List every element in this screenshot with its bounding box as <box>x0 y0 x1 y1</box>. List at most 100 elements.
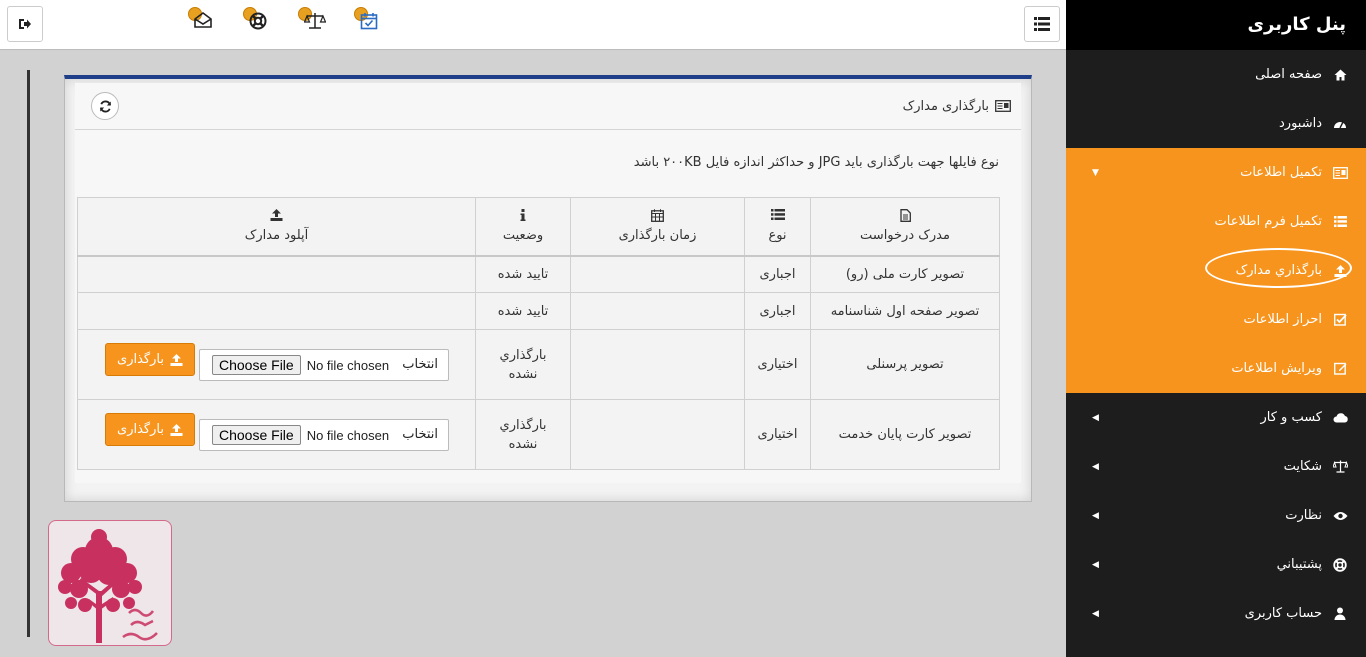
id-card-icon <box>1332 165 1348 181</box>
column-header-document: مدرک درخواست <box>810 197 1000 257</box>
table-row: تصویر کارت پایان خدمت اختیاری بارگذاري ن… <box>77 399 1000 470</box>
upload-button-label: بارگذاری <box>117 352 164 367</box>
table-row: تصویر پرسنلی اختیاری بارگذاري نشده Choos… <box>77 329 1000 400</box>
selection-highlight <box>1205 248 1352 288</box>
menu-toggle-button[interactable] <box>1024 6 1060 42</box>
dashboard-icon <box>1332 116 1348 132</box>
upload-icon <box>78 209 475 223</box>
caret-left-icon: ◀ <box>1092 559 1099 570</box>
list-icon <box>1332 214 1348 230</box>
sidebar-item-label: کسب و کار <box>1260 410 1322 425</box>
file-text-icon <box>811 209 999 223</box>
upload-button-label: بارگذاری <box>117 422 164 437</box>
document-name-cell: تصویر کارت پایان خدمت <box>810 399 1000 470</box>
file-input[interactable]: Choose File No file chosen انتخاب <box>199 349 449 381</box>
refresh-button[interactable] <box>91 92 119 120</box>
panel-title: بارگذاری مدارک <box>902 98 989 114</box>
file-input-label: انتخاب <box>402 357 438 372</box>
sidebar-item-business[interactable]: کسب و کار ◀ <box>1066 393 1366 442</box>
sidebar-item-home[interactable]: صفحه اصلی <box>1066 50 1366 99</box>
file-requirements-note: نوع فایلها جهت بارگذاری باید JPG و حداکث… <box>633 155 999 170</box>
caret-left-icon: ◀ <box>1092 412 1099 423</box>
caret-left-icon: ◀ <box>1092 608 1099 619</box>
column-header-type: نوع <box>744 197 811 257</box>
file-input-label: انتخاب <box>402 427 438 442</box>
table-row: تصویر کارت ملی (رو) اجباری تایید شده <box>77 255 1000 293</box>
messages-notification[interactable] <box>188 6 218 36</box>
upload-time-cell <box>570 329 745 400</box>
calendar-check-icon <box>360 13 378 30</box>
sidebar-item-label: ویرایش اطلاعات <box>1231 361 1322 376</box>
scroll-track[interactable] <box>27 70 30 637</box>
file-input[interactable]: Choose File No file chosen انتخاب <box>199 419 449 451</box>
sign-out-icon <box>19 19 31 29</box>
column-header-status: وضعیت <box>475 197 571 257</box>
sidebar-item-user-account[interactable]: حساب کاربری ◀ <box>1066 589 1366 638</box>
sidebar-submenu: تکمیل فرم اطلاعات بارگذاري مدارک احراز ا… <box>1066 197 1366 393</box>
sidebar-subitem-complete-form[interactable]: تکمیل فرم اطلاعات <box>1066 197 1366 246</box>
sidebar-subitem-verify-info[interactable]: احراز اطلاعات <box>1066 295 1366 344</box>
complaints-notification[interactable] <box>298 6 328 36</box>
no-file-text: No file chosen <box>306 357 390 373</box>
logout-button[interactable] <box>7 6 43 42</box>
document-name-cell: تصویر پرسنلی <box>810 329 1000 400</box>
sidebar-item-label: تکمیل اطلاعات <box>1240 165 1322 180</box>
sidebar-item-complaint[interactable]: شکایت ◀ <box>1066 442 1366 491</box>
tree-logo-icon <box>58 529 158 643</box>
sidebar-item-label: نظارت <box>1285 508 1322 523</box>
sidebar-item-dashboard[interactable]: داشبورد <box>1066 99 1366 148</box>
sidebar-item-complete-info[interactable]: تکمیل اطلاعات ▼ <box>1066 148 1366 197</box>
upload-icon <box>170 353 183 366</box>
panel-header: بارگذاری مدارک <box>75 83 1021 130</box>
column-header-label: وضعیت <box>502 228 544 244</box>
upload-button[interactable]: بارگذاری <box>105 413 195 446</box>
balance-scale-icon <box>1332 459 1348 475</box>
tasks-notification[interactable] <box>354 6 384 36</box>
home-icon <box>1332 67 1348 83</box>
upload-button[interactable]: بارگذاری <box>105 343 195 376</box>
upload-cell: Choose File No file chosen انتخاب بارگذا… <box>77 329 476 400</box>
check-square-icon <box>1332 312 1348 328</box>
choose-file-button[interactable]: Choose File <box>212 355 301 375</box>
upload-documents-panel: بارگذاری مدارک نوع فایلها جهت بارگذاری ب… <box>64 75 1032 502</box>
sidebar-title: پنل کاربری <box>1066 0 1366 50</box>
sidebar-item-support[interactable]: پشتيباني ◀ <box>1066 540 1366 589</box>
choose-file-button[interactable]: Choose File <box>212 425 301 445</box>
upload-cell: Choose File No file chosen انتخاب بارگذا… <box>77 399 476 470</box>
user-icon <box>1332 606 1348 622</box>
calendar-icon <box>571 209 744 223</box>
brand-logo <box>48 520 172 646</box>
column-header-label: نوع <box>768 228 787 244</box>
support-notification[interactable] <box>243 6 273 36</box>
no-file-text: No file chosen <box>306 427 390 443</box>
id-card-icon <box>995 100 1011 112</box>
document-type-cell: اجباری <box>744 292 811 330</box>
sidebar-subitem-edit-info[interactable]: ویرایش اطلاعات <box>1066 344 1366 393</box>
documents-table: مدرک درخواست نوع زمان بارگذاری وضعیت آپل… <box>77 197 1000 470</box>
sidebar-item-label: پشتيباني <box>1276 557 1322 572</box>
sidebar-item-monitoring[interactable]: نظارت ◀ <box>1066 491 1366 540</box>
upload-cell <box>77 292 476 330</box>
column-header-upload-time: زمان بارگذاری <box>570 197 745 257</box>
sidebar-item-label: احراز اطلاعات <box>1243 312 1322 327</box>
cloud-icon <box>1332 410 1348 426</box>
sidebar-item-label: داشبورد <box>1279 116 1322 131</box>
balance-scale-icon <box>304 13 326 29</box>
document-name-cell: تصویر کارت ملی (رو) <box>810 255 1000 293</box>
table-header-row: مدرک درخواست نوع زمان بارگذاری وضعیت آپل… <box>77 197 1000 257</box>
status-cell: تایید شده <box>475 292 571 330</box>
status-cell: تایید شده <box>475 255 571 293</box>
sidebar: پنل کاربری صفحه اصلی داشبورد تکمیل اطلاع… <box>1066 0 1366 657</box>
life-ring-icon <box>249 12 267 30</box>
document-type-cell: اختیاری <box>744 399 811 470</box>
info-icon <box>476 209 570 223</box>
sidebar-subitem-upload-docs[interactable]: بارگذاري مدارک <box>1066 246 1366 295</box>
document-type-cell: اختیاری <box>744 329 811 400</box>
top-bar <box>0 0 1066 50</box>
pencil-icon <box>1332 361 1348 377</box>
list-icon <box>745 209 810 223</box>
caret-left-icon: ◀ <box>1092 461 1099 472</box>
upload-icon <box>170 423 183 436</box>
table-row: تصویر صفحه اول شناسنامه اجباری تایید شده <box>77 292 1000 330</box>
sidebar-item-label: تکمیل فرم اطلاعات <box>1214 214 1322 229</box>
